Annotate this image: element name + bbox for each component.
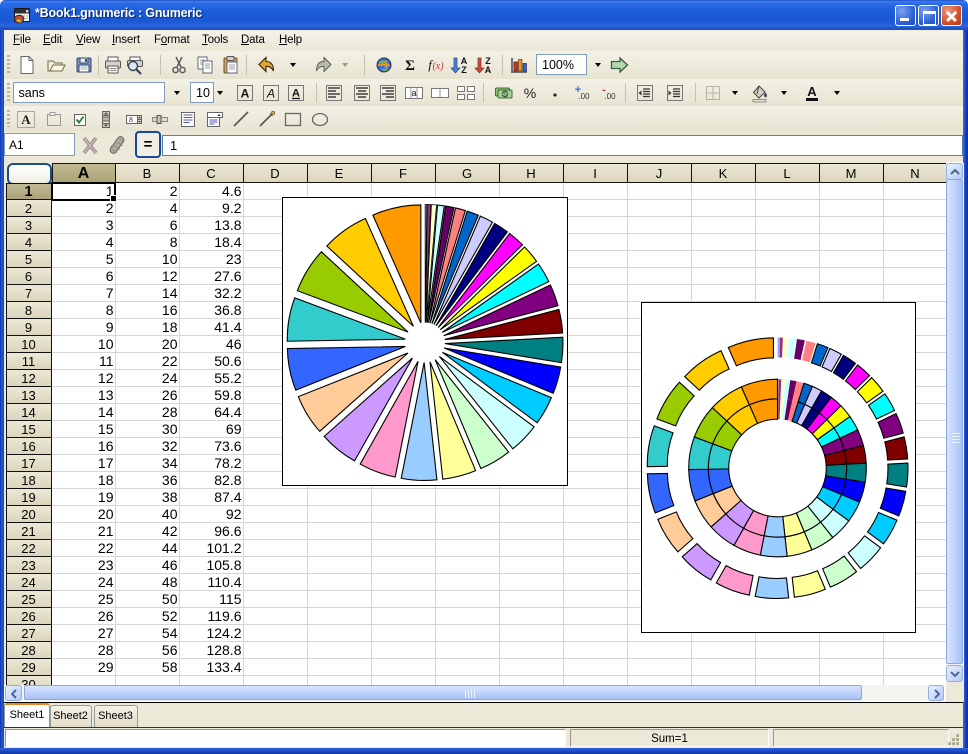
svg-text:a: a (411, 88, 416, 98)
svg-text:(x): (x) (432, 61, 444, 72)
svg-text:8: 8 (129, 117, 133, 124)
svg-text:A: A (807, 84, 817, 99)
svg-text:%: % (523, 85, 535, 101)
svg-text:Σ: Σ (405, 58, 415, 74)
svg-text:A: A (241, 86, 250, 100)
svg-text:A: A (485, 65, 492, 75)
svg-text:A: A (21, 112, 31, 127)
svg-text:.00: .00 (578, 92, 590, 101)
svg-text:$: $ (503, 91, 507, 98)
svg-text:.00: .00 (604, 92, 616, 101)
svg-text:Z: Z (461, 65, 467, 75)
svg-text:A: A (266, 86, 275, 100)
svg-text:A: A (292, 87, 300, 99)
